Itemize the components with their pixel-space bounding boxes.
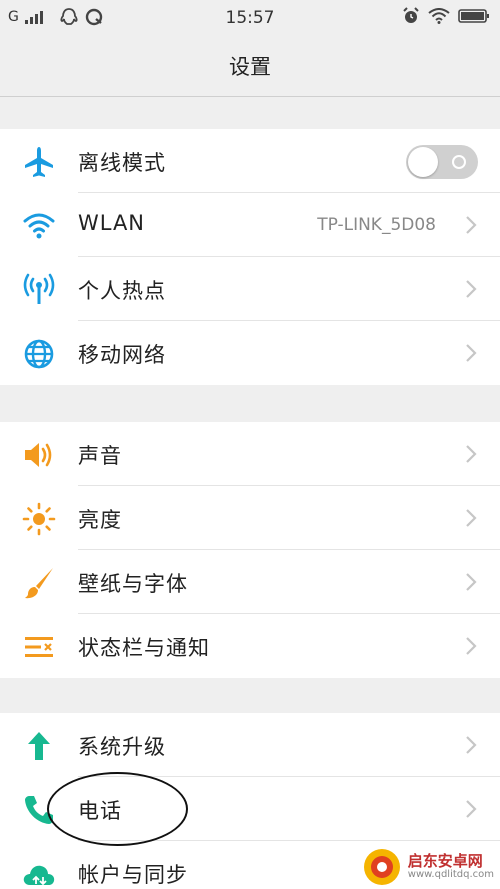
- settings-item-brightness[interactable]: 亮度: [0, 486, 500, 550]
- chevron-right-icon: [466, 736, 477, 754]
- page-title: 设置: [229, 55, 271, 79]
- settings-item-label: 帐户与同步: [78, 863, 188, 887]
- globe-icon: [22, 337, 56, 371]
- settings-item-sound[interactable]: 声音: [0, 422, 500, 486]
- settings-item-label: WLAN: [78, 211, 146, 235]
- chevron-right-icon: [466, 445, 477, 463]
- toggle-knob: [408, 147, 438, 177]
- hotspot-icon: [22, 273, 56, 307]
- settings-item-statusbar-notification[interactable]: 状态栏与通知: [0, 614, 500, 678]
- settings-item-label: 个人热点: [78, 279, 166, 303]
- sun-icon: [22, 502, 56, 536]
- watermark-name: 启东安卓网: [407, 851, 483, 870]
- status-bar: G 15:57: [0, 0, 500, 34]
- chevron-right-icon: [466, 573, 477, 591]
- watermark-text: 启东安卓网 www.qdlitdq.com: [407, 851, 494, 880]
- site-watermark: 启东安卓网 www.qdlitdq.com: [362, 847, 494, 887]
- settings-item-airplane-mode[interactable]: 离线模式: [0, 129, 500, 193]
- alarm-icon: [403, 7, 419, 23]
- settings-item-mobile-network[interactable]: 移动网络: [0, 321, 500, 385]
- chevron-right-icon: [466, 509, 477, 527]
- statusbar-icon: [22, 630, 56, 664]
- chevron-right-icon: [466, 344, 477, 362]
- settings-item-label: 状态栏与通知: [78, 636, 210, 660]
- settings-item-system-upgrade[interactable]: 系统升级: [0, 713, 500, 777]
- airplane-mode-toggle[interactable]: [406, 145, 478, 179]
- airplane-icon: [22, 145, 56, 179]
- battery-icon: [458, 9, 489, 23]
- chevron-right-icon: [466, 800, 477, 818]
- brush-icon: [22, 566, 56, 600]
- settings-group-connectivity: 离线模式 WLAN TP-LINK_5D08 个人热点 移动网络: [0, 129, 500, 385]
- wifi-icon: [22, 209, 56, 243]
- settings-item-label: 亮度: [78, 508, 122, 532]
- status-right: [402, 7, 490, 25]
- watermark-url: www.qdlitdq.com: [407, 868, 494, 880]
- settings-item-label: 系统升级: [78, 735, 166, 759]
- chevron-right-icon: [466, 280, 477, 298]
- speaker-icon: [22, 438, 56, 472]
- settings-item-label: 声音: [78, 444, 122, 468]
- highlight-ellipse-annotation: [47, 772, 188, 846]
- settings-item-label: 壁纸与字体: [78, 572, 188, 596]
- settings-item-label: 移动网络: [78, 343, 166, 367]
- settings-item-wallpaper-font[interactable]: 壁纸与字体: [0, 550, 500, 614]
- watermark-logo-icon: [363, 849, 400, 885]
- wifi-status-icon: [428, 8, 450, 24]
- chevron-right-icon: [466, 637, 477, 655]
- upgrade-arrow-icon: [22, 729, 56, 763]
- cloud-sync-icon: [22, 857, 56, 889]
- settings-item-hotspot[interactable]: 个人热点: [0, 257, 500, 321]
- settings-item-wlan[interactable]: WLAN TP-LINK_5D08: [0, 193, 500, 257]
- title-bar: 设置: [0, 34, 500, 97]
- chevron-right-icon: [466, 216, 477, 234]
- toggle-off-indicator: [452, 155, 466, 169]
- wlan-network-name: TP-LINK_5D08: [317, 215, 436, 235]
- settings-group-display: 声音 亮度 壁纸与字体 状态栏与通知: [0, 422, 500, 678]
- settings-item-label: 离线模式: [78, 151, 166, 175]
